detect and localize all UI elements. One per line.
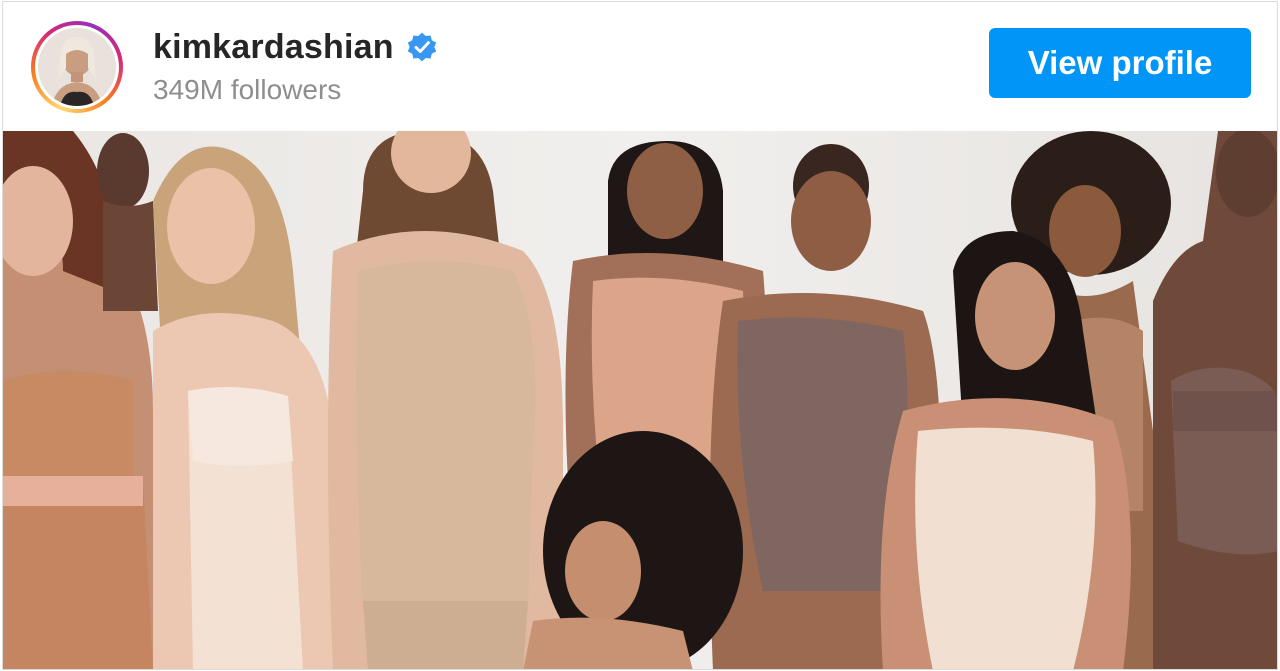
avatar-image (38, 27, 116, 106)
view-profile-button[interactable]: View profile (989, 28, 1251, 98)
account-info: kimkardashian 349M followers (153, 27, 438, 107)
username-link[interactable]: kimkardashian (153, 27, 394, 67)
followers-count: 349M followers (153, 73, 342, 105)
post-image[interactable] (3, 131, 1277, 669)
embed-header: kimkardashian 349M followers View profil… (3, 2, 1277, 131)
profile-avatar[interactable] (31, 20, 123, 113)
avatar-portrait (38, 27, 116, 106)
verified-badge-icon (406, 31, 438, 63)
instagram-embed-card: kimkardashian 349M followers View profil… (2, 1, 1278, 670)
group-photo-illustration (3, 131, 1277, 669)
